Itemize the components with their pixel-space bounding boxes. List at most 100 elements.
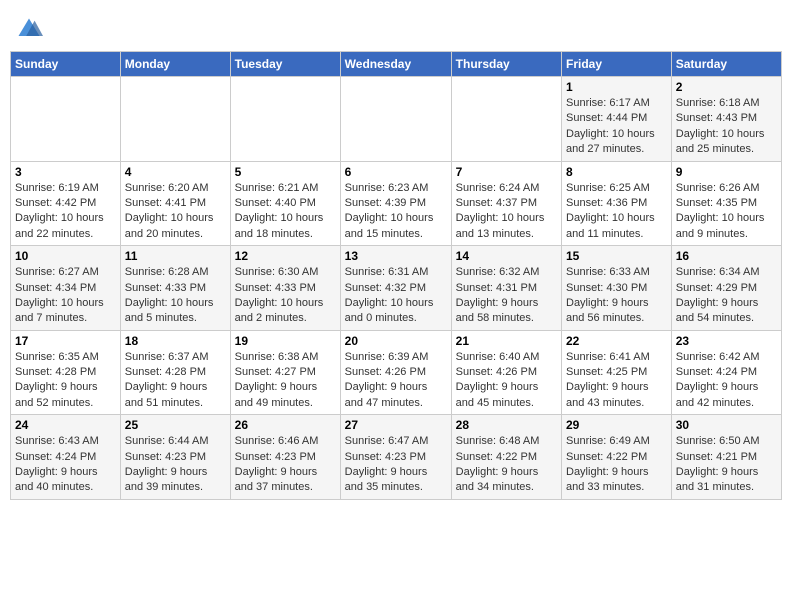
calendar-cell bbox=[451, 77, 561, 162]
calendar-cell: 13 Sunrise: 6:31 AMSunset: 4:32 PMDayligh… bbox=[340, 246, 451, 331]
day-number: 24 bbox=[15, 418, 116, 432]
day-number: 17 bbox=[15, 334, 116, 348]
calendar-cell: 26 Sunrise: 6:46 AMSunset: 4:23 PMDayligh… bbox=[230, 415, 340, 500]
header-wednesday: Wednesday bbox=[340, 52, 451, 77]
day-info: Sunrise: 6:20 AMSunset: 4:41 PMDaylight:… bbox=[125, 181, 226, 243]
calendar-cell: 6 Sunrise: 6:23 AMSunset: 4:39 PMDaylight… bbox=[340, 161, 451, 246]
calendar-cell: 29 Sunrise: 6:49 AMSunset: 4:22 PMDayligh… bbox=[562, 415, 672, 500]
day-info: Sunrise: 6:38 AMSunset: 4:27 PMDaylight:… bbox=[235, 350, 336, 412]
calendar-cell bbox=[230, 77, 340, 162]
day-info: Sunrise: 6:46 AMSunset: 4:23 PMDaylight:… bbox=[235, 434, 336, 496]
calendar-cell: 14 Sunrise: 6:32 AMSunset: 4:31 PMDayligh… bbox=[451, 246, 561, 331]
calendar-header-row: SundayMondayTuesdayWednesdayThursdayFrid… bbox=[11, 52, 782, 77]
calendar-cell: 24 Sunrise: 6:43 AMSunset: 4:24 PMDayligh… bbox=[11, 415, 121, 500]
day-info: Sunrise: 6:23 AMSunset: 4:39 PMDaylight:… bbox=[345, 181, 447, 243]
day-info: Sunrise: 6:31 AMSunset: 4:32 PMDaylight:… bbox=[345, 265, 447, 327]
calendar-cell: 15 Sunrise: 6:33 AMSunset: 4:30 PMDayligh… bbox=[562, 246, 672, 331]
calendar-cell: 16 Sunrise: 6:34 AMSunset: 4:29 PMDayligh… bbox=[671, 246, 781, 331]
day-number: 6 bbox=[345, 165, 447, 179]
calendar-cell: 20 Sunrise: 6:39 AMSunset: 4:26 PMDayligh… bbox=[340, 330, 451, 415]
day-number: 18 bbox=[125, 334, 226, 348]
header-saturday: Saturday bbox=[671, 52, 781, 77]
calendar-cell: 30 Sunrise: 6:50 AMSunset: 4:21 PMDayligh… bbox=[671, 415, 781, 500]
day-info: Sunrise: 6:25 AMSunset: 4:36 PMDaylight:… bbox=[566, 181, 667, 243]
day-info: Sunrise: 6:21 AMSunset: 4:40 PMDaylight:… bbox=[235, 181, 336, 243]
day-number: 20 bbox=[345, 334, 447, 348]
day-info: Sunrise: 6:30 AMSunset: 4:33 PMDaylight:… bbox=[235, 265, 336, 327]
calendar-cell: 25 Sunrise: 6:44 AMSunset: 4:23 PMDayligh… bbox=[120, 415, 230, 500]
day-info: Sunrise: 6:27 AMSunset: 4:34 PMDaylight:… bbox=[15, 265, 116, 327]
day-number: 27 bbox=[345, 418, 447, 432]
day-info: Sunrise: 6:33 AMSunset: 4:30 PMDaylight:… bbox=[566, 265, 667, 327]
day-number: 3 bbox=[15, 165, 116, 179]
calendar-cell: 5Sunrise: 6:21 AMSunset: 4:40 PMDaylight… bbox=[230, 161, 340, 246]
day-info: Sunrise: 6:18 AMSunset: 4:43 PMDaylight:… bbox=[676, 96, 777, 158]
calendar-cell: 11 Sunrise: 6:28 AMSunset: 4:33 PMDayligh… bbox=[120, 246, 230, 331]
week-row-1: 3 Sunrise: 6:19 AMSunset: 4:42 PMDaylight… bbox=[11, 161, 782, 246]
calendar-cell: 1 Sunrise: 6:17 AMSunset: 4:44 PMDaylight… bbox=[562, 77, 672, 162]
day-info: Sunrise: 6:24 AMSunset: 4:37 PMDaylight:… bbox=[456, 181, 557, 243]
logo bbox=[15, 15, 45, 43]
day-number: 30 bbox=[676, 418, 777, 432]
day-info: Sunrise: 6:50 AMSunset: 4:21 PMDaylight:… bbox=[676, 434, 777, 496]
calendar-cell: 9 Sunrise: 6:26 AMSunset: 4:35 PMDaylight… bbox=[671, 161, 781, 246]
day-number: 13 bbox=[345, 249, 447, 263]
day-info: Sunrise: 6:34 AMSunset: 4:29 PMDaylight:… bbox=[676, 265, 777, 327]
calendar-cell: 8 Sunrise: 6:25 AMSunset: 4:36 PMDaylight… bbox=[562, 161, 672, 246]
day-info: Sunrise: 6:49 AMSunset: 4:22 PMDaylight:… bbox=[566, 434, 667, 496]
calendar-table: SundayMondayTuesdayWednesdayThursdayFrid… bbox=[10, 51, 782, 500]
calendar-cell: 10 Sunrise: 6:27 AMSunset: 4:34 PMDayligh… bbox=[11, 246, 121, 331]
day-number: 7 bbox=[456, 165, 557, 179]
day-number: 19 bbox=[235, 334, 336, 348]
header-thursday: Thursday bbox=[451, 52, 561, 77]
day-info: Sunrise: 6:19 AMSunset: 4:42 PMDaylight:… bbox=[15, 181, 116, 243]
day-number: 21 bbox=[456, 334, 557, 348]
calendar-cell: 19 Sunrise: 6:38 AMSunset: 4:27 PMDayligh… bbox=[230, 330, 340, 415]
day-info: Sunrise: 6:43 AMSunset: 4:24 PMDaylight:… bbox=[15, 434, 116, 496]
day-number: 15 bbox=[566, 249, 667, 263]
calendar-cell: 23 Sunrise: 6:42 AMSunset: 4:24 PMDayligh… bbox=[671, 330, 781, 415]
day-info: Sunrise: 6:44 AMSunset: 4:23 PMDaylight:… bbox=[125, 434, 226, 496]
day-number: 8 bbox=[566, 165, 667, 179]
header-tuesday: Tuesday bbox=[230, 52, 340, 77]
day-number: 22 bbox=[566, 334, 667, 348]
day-info: Sunrise: 6:47 AMSunset: 4:23 PMDaylight:… bbox=[345, 434, 447, 496]
header-sunday: Sunday bbox=[11, 52, 121, 77]
calendar-cell: 27 Sunrise: 6:47 AMSunset: 4:23 PMDayligh… bbox=[340, 415, 451, 500]
day-info: Sunrise: 6:48 AMSunset: 4:22 PMDaylight:… bbox=[456, 434, 557, 496]
week-row-2: 10 Sunrise: 6:27 AMSunset: 4:34 PMDayligh… bbox=[11, 246, 782, 331]
calendar-cell: 2Sunrise: 6:18 AMSunset: 4:43 PMDaylight… bbox=[671, 77, 781, 162]
day-number: 1 bbox=[566, 80, 667, 94]
day-info: Sunrise: 6:37 AMSunset: 4:28 PMDaylight:… bbox=[125, 350, 226, 412]
day-number: 16 bbox=[676, 249, 777, 263]
day-info: Sunrise: 6:28 AMSunset: 4:33 PMDaylight:… bbox=[125, 265, 226, 327]
day-info: Sunrise: 6:26 AMSunset: 4:35 PMDaylight:… bbox=[676, 181, 777, 243]
day-number: 23 bbox=[676, 334, 777, 348]
day-info: Sunrise: 6:39 AMSunset: 4:26 PMDaylight:… bbox=[345, 350, 447, 412]
calendar-cell: 28 Sunrise: 6:48 AMSunset: 4:22 PMDayligh… bbox=[451, 415, 561, 500]
day-info: Sunrise: 6:42 AMSunset: 4:24 PMDaylight:… bbox=[676, 350, 777, 412]
calendar-cell: 3 Sunrise: 6:19 AMSunset: 4:42 PMDaylight… bbox=[11, 161, 121, 246]
day-number: 28 bbox=[456, 418, 557, 432]
day-number: 25 bbox=[125, 418, 226, 432]
day-info: Sunrise: 6:17 AMSunset: 4:44 PMDaylight:… bbox=[566, 96, 667, 158]
day-number: 10 bbox=[15, 249, 116, 263]
day-number: 29 bbox=[566, 418, 667, 432]
day-info: Sunrise: 6:32 AMSunset: 4:31 PMDaylight:… bbox=[456, 265, 557, 327]
day-number: 26 bbox=[235, 418, 336, 432]
calendar-cell: 22Sunrise: 6:41 AMSunset: 4:25 PMDayligh… bbox=[562, 330, 672, 415]
day-info: Sunrise: 6:35 AMSunset: 4:28 PMDaylight:… bbox=[15, 350, 116, 412]
day-number: 11 bbox=[125, 249, 226, 263]
day-info: Sunrise: 6:40 AMSunset: 4:26 PMDaylight:… bbox=[456, 350, 557, 412]
day-number: 9 bbox=[676, 165, 777, 179]
calendar-cell: 17 Sunrise: 6:35 AMSunset: 4:28 PMDayligh… bbox=[11, 330, 121, 415]
calendar-cell: 12Sunrise: 6:30 AMSunset: 4:33 PMDayligh… bbox=[230, 246, 340, 331]
week-row-3: 17 Sunrise: 6:35 AMSunset: 4:28 PMDayligh… bbox=[11, 330, 782, 415]
calendar-cell: 21 Sunrise: 6:40 AMSunset: 4:26 PMDayligh… bbox=[451, 330, 561, 415]
calendar-cell: 18 Sunrise: 6:37 AMSunset: 4:28 PMDayligh… bbox=[120, 330, 230, 415]
page-header bbox=[10, 10, 782, 43]
day-number: 4 bbox=[125, 165, 226, 179]
header-friday: Friday bbox=[562, 52, 672, 77]
calendar-cell: 7 Sunrise: 6:24 AMSunset: 4:37 PMDaylight… bbox=[451, 161, 561, 246]
day-number: 14 bbox=[456, 249, 557, 263]
